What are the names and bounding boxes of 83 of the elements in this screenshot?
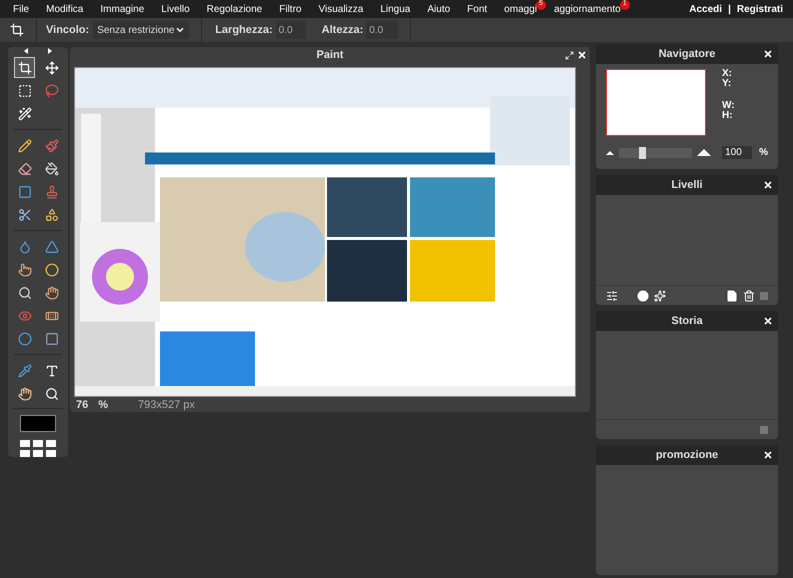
h-label: H: bbox=[722, 111, 734, 121]
text-tool-icon bbox=[44, 364, 58, 378]
trash-icon[interactable] bbox=[743, 290, 755, 302]
lasso-icon bbox=[44, 84, 58, 98]
move-icon bbox=[44, 60, 58, 75]
panel-title: Livelli bbox=[671, 178, 703, 193]
separator-text: | bbox=[728, 2, 731, 16]
close-icon[interactable] bbox=[763, 450, 773, 460]
crop-icon bbox=[10, 23, 24, 37]
pencil-icon bbox=[18, 138, 32, 153]
menu-item[interactable]: Regolazione bbox=[206, 4, 262, 14]
close-icon[interactable] bbox=[577, 50, 587, 60]
navigator-preview[interactable] bbox=[606, 69, 706, 136]
menu-item[interactable]: omaggi bbox=[504, 4, 537, 14]
height-label: Altezza: bbox=[322, 22, 364, 38]
slider-thumb[interactable] bbox=[638, 146, 646, 158]
hand-icon bbox=[18, 386, 32, 401]
zoom-unit: % bbox=[759, 146, 768, 160]
caret-icon bbox=[175, 25, 186, 35]
sharpen-icon bbox=[44, 240, 58, 254]
zoom-icon bbox=[44, 386, 58, 401]
menu-item[interactable]: Livello bbox=[161, 4, 190, 14]
effects-icon[interactable] bbox=[654, 290, 666, 302]
zoom-slider[interactable] bbox=[619, 148, 692, 158]
panel-title: Storia bbox=[671, 314, 703, 329]
zoom-value[interactable]: 76 bbox=[76, 396, 88, 414]
menu-item[interactable]: Immagine bbox=[100, 4, 144, 14]
tool-button[interactable] bbox=[14, 57, 35, 78]
shapes-icon bbox=[44, 208, 58, 222]
register-link[interactable]: Registrati bbox=[736, 2, 783, 16]
droplet-icon bbox=[18, 240, 32, 254]
magic-wand-icon bbox=[18, 106, 32, 121]
adjust-icon[interactable] bbox=[606, 290, 618, 302]
burn-icon bbox=[18, 286, 32, 300]
menu-item[interactable]: Visualizza bbox=[318, 4, 364, 14]
brush-icon bbox=[44, 138, 58, 153]
w-label: W: bbox=[722, 101, 735, 111]
stamp-icon bbox=[44, 184, 58, 199]
zoom-in-icon[interactable] bbox=[697, 149, 712, 156]
height-field[interactable]: 0.0 bbox=[366, 21, 398, 39]
menu-item[interactable]: aggiornamento bbox=[554, 4, 621, 14]
marquee-icon bbox=[18, 84, 32, 98]
width-field[interactable]: 0.0 bbox=[276, 21, 306, 39]
constraint-label: Vincolo: bbox=[46, 22, 90, 38]
new-layer-icon[interactable] bbox=[726, 290, 738, 302]
crop-icon bbox=[18, 60, 32, 75]
width-label: Larghezza: bbox=[215, 22, 273, 38]
constraint-dropdown[interactable]: Senza restrizione bbox=[93, 21, 190, 39]
zoom-unit: % bbox=[98, 398, 108, 413]
image-size: 793x527 px bbox=[138, 398, 195, 413]
menu-item[interactable]: Aiuto bbox=[427, 4, 450, 14]
primary-color-swatch[interactable] bbox=[20, 415, 56, 432]
login-link[interactable]: Accedi bbox=[689, 2, 722, 16]
dodge-icon bbox=[44, 286, 58, 300]
menu-item[interactable]: Lingua bbox=[380, 4, 410, 14]
close-icon[interactable] bbox=[763, 316, 773, 326]
pinch-icon bbox=[44, 332, 58, 346]
y-label: Y: bbox=[722, 79, 732, 89]
color-replace-icon bbox=[18, 208, 32, 222]
eye-icon bbox=[18, 308, 32, 323]
menu-item[interactable]: Modifica bbox=[46, 4, 84, 14]
panel-title: Navigatore bbox=[658, 46, 716, 62]
eraser-icon bbox=[18, 162, 32, 176]
close-icon[interactable] bbox=[763, 49, 773, 59]
x-label: X: bbox=[722, 69, 733, 79]
smudge-icon bbox=[18, 262, 32, 277]
grid-icon[interactable] bbox=[20, 440, 56, 457]
gradient-icon bbox=[18, 184, 32, 199]
mask-icon[interactable] bbox=[637, 290, 649, 302]
bloat-icon bbox=[18, 332, 32, 346]
zoom-field[interactable]: 100 bbox=[722, 146, 752, 159]
close-icon[interactable] bbox=[763, 180, 773, 190]
maximize-icon[interactable] bbox=[565, 51, 574, 60]
sponge-icon bbox=[44, 262, 58, 277]
window-title: Paint bbox=[316, 48, 344, 64]
menu-item[interactable]: Font bbox=[467, 4, 488, 14]
paint-bucket-icon bbox=[44, 162, 58, 176]
zoom-out-icon[interactable] bbox=[606, 150, 614, 154]
panel-title: promozione bbox=[656, 448, 718, 463]
eyedropper-icon bbox=[18, 364, 32, 378]
menu-item[interactable]: File bbox=[13, 4, 30, 14]
collapse-right-icon[interactable] bbox=[48, 48, 52, 54]
menu-item[interactable]: Filtro bbox=[279, 4, 302, 14]
